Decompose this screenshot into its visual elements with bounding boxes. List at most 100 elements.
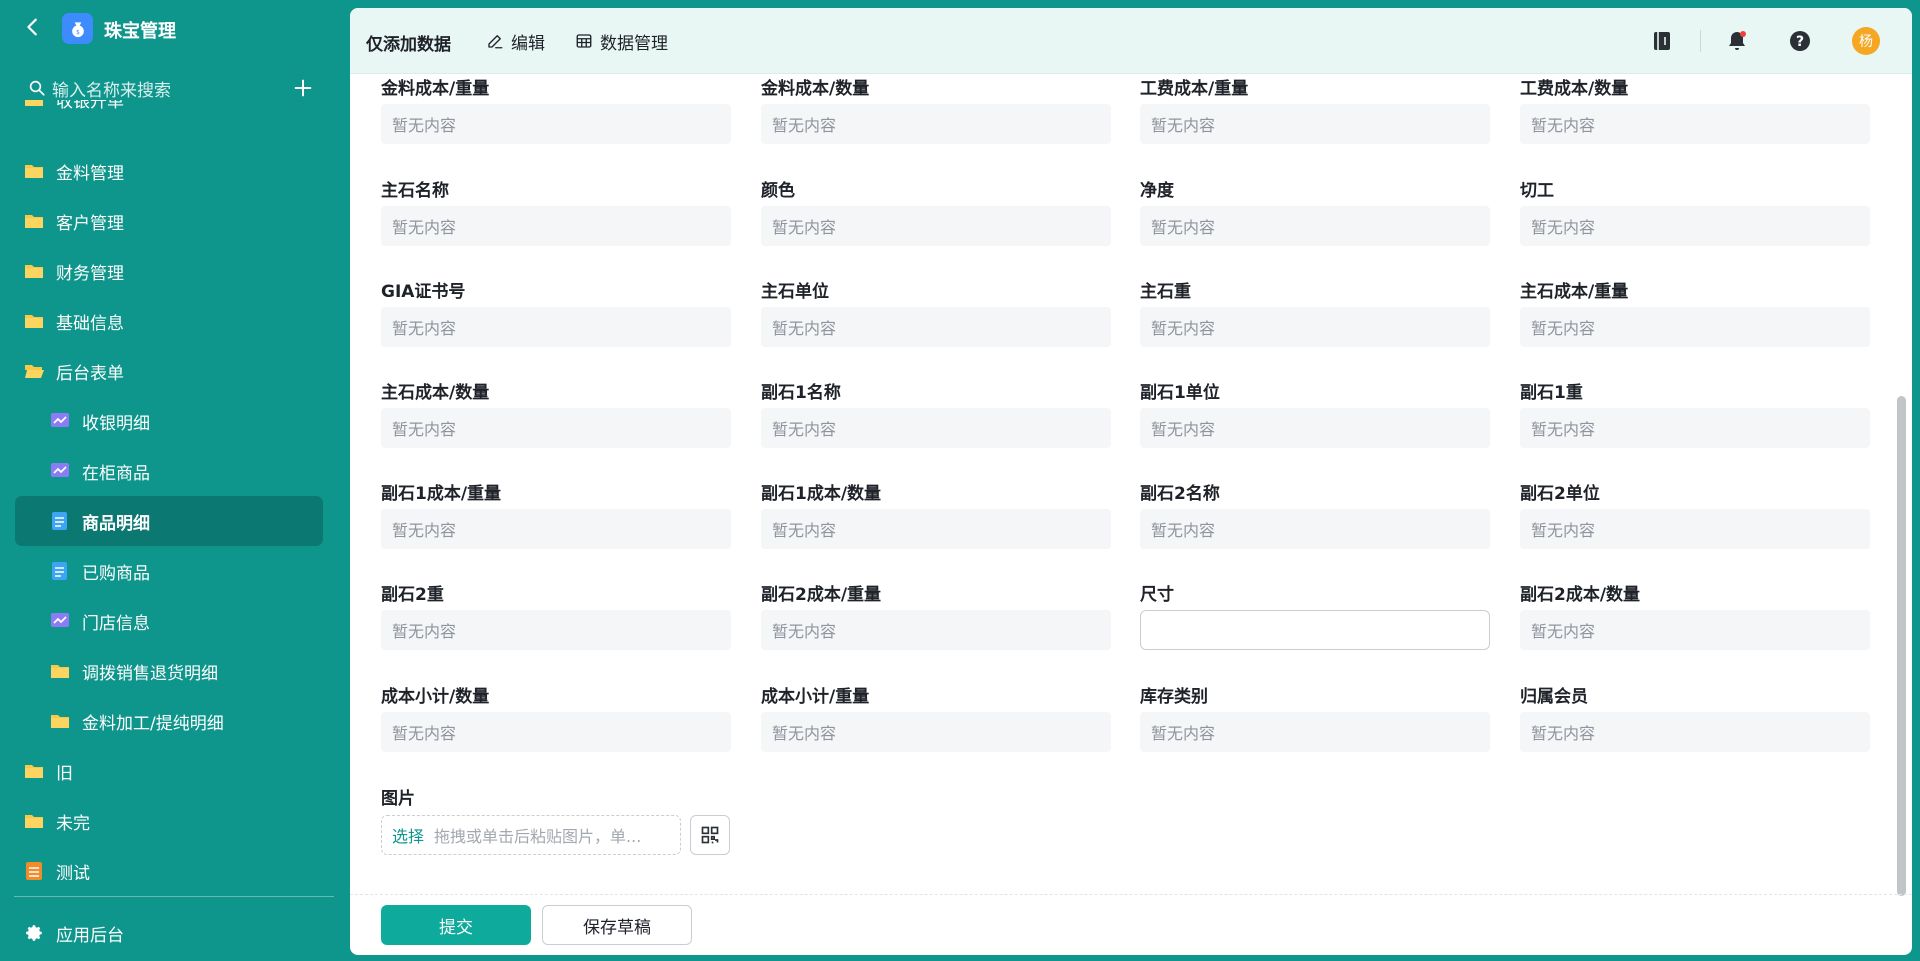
image-upload-area[interactable]: 选择 拖拽或单击后粘贴图片，单... (381, 815, 681, 855)
sidebar-item-old[interactable]: 旧 (24, 748, 73, 794)
app-title: 珠宝管理 (104, 21, 176, 42)
page-title: 仅添加数据 (366, 35, 451, 55)
field-label: 工费成本/重量 (1140, 79, 1249, 99)
field-label: 主石重 (1140, 282, 1191, 302)
search-icon (29, 80, 45, 96)
field-value: 暂无内容 (761, 610, 1111, 650)
search-input[interactable]: 输入名称来搜索 (52, 76, 171, 101)
form-icon (52, 512, 67, 530)
sidebar-item-label: 测试 (56, 863, 90, 881)
scrollbar[interactable] (1897, 396, 1906, 896)
field-value: 暂无内容 (1520, 408, 1870, 448)
sidebar-item-gold-processing[interactable]: 金料加工/提纯明细 (50, 698, 224, 744)
topbar-divider-right (1700, 30, 1701, 52)
avatar[interactable]: 杨 (1852, 27, 1880, 55)
field-label: 副石2名称 (1140, 484, 1220, 504)
field-label: 副石1重 (1520, 383, 1583, 403)
folder-icon (25, 100, 43, 106)
folder-icon (51, 665, 69, 678)
field-value: 暂无内容 (1520, 307, 1870, 347)
sidebar-item-label: 金料加工/提纯明细 (82, 713, 224, 734)
field-value: 暂无内容 (761, 408, 1111, 448)
sidebar-item-label: 后台表单 (56, 363, 124, 384)
field-value: 暂无内容 (381, 408, 731, 448)
field-value: 暂无内容 (1140, 712, 1490, 752)
sidebar-item-in-stock[interactable]: 在柜商品 (50, 448, 150, 494)
sidebar-item-purchased[interactable]: 已购商品 (50, 548, 150, 594)
app-backend-link[interactable]: 应用后台 (26, 920, 124, 946)
sidebar-item-customer[interactable]: 客户管理 (24, 198, 124, 244)
save-draft-button[interactable]: 保存草稿 (542, 905, 692, 945)
submit-button[interactable]: 提交 (381, 905, 531, 945)
field-label: 副石2成本/数量 (1520, 585, 1641, 605)
sidebar-item-label: 已购商品 (82, 563, 150, 584)
form-area: 金料成本/重量 暂无内容 金料成本/数量 暂无内容 工费成本/重量 暂无内容 工… (350, 74, 1912, 894)
field-label: 归属会员 (1520, 687, 1588, 707)
size-input[interactable] (1140, 610, 1490, 650)
folder-open-icon (25, 365, 44, 378)
dashboard-icon (51, 463, 69, 477)
sidebar-item-finance[interactable]: 财务管理 (24, 248, 124, 294)
qr-scan-button[interactable] (690, 815, 730, 855)
field-value: 暂无内容 (381, 712, 731, 752)
field-label: 金料成本/重量 (381, 79, 490, 99)
field-value: 暂无内容 (1520, 206, 1870, 246)
bell-icon[interactable] (1725, 29, 1749, 53)
sidebar-item-backend-forms[interactable]: 后台表单 (24, 348, 124, 394)
sidebar-item-gold[interactable]: 金料管理 (24, 148, 124, 194)
folder-icon (25, 165, 43, 178)
sidebar-item-test[interactable]: 测试 (24, 848, 90, 880)
footer-divider (350, 894, 1912, 895)
help-icon[interactable]: ? (1788, 29, 1812, 53)
plus-icon[interactable] (292, 77, 314, 99)
field-label: 主石成本/重量 (1520, 282, 1629, 302)
field-value: 暂无内容 (381, 610, 731, 650)
field-label: 副石1单位 (1140, 383, 1220, 403)
field-value: 暂无内容 (381, 104, 731, 144)
folder-icon (51, 715, 69, 728)
notebook-icon[interactable] (1650, 29, 1674, 53)
qr-code-icon (701, 826, 719, 844)
sidebar-item-label: 收银开单 (56, 100, 124, 112)
topbar: 仅添加数据 编辑 数据管理 ? 杨 (350, 8, 1912, 74)
sidebar-item-label: 商品明细 (82, 513, 150, 534)
sidebar-item-cashier-detail[interactable]: 收银明细 (50, 398, 150, 444)
field-value: 暂无内容 (1140, 104, 1490, 144)
field-label: 主石单位 (761, 282, 829, 302)
field-value: 暂无内容 (1140, 307, 1490, 347)
sidebar-item-unfinished[interactable]: 未完 (24, 798, 90, 844)
field-label: 净度 (1140, 181, 1174, 201)
field-value: 暂无内容 (1140, 408, 1490, 448)
upload-choose-link[interactable]: 选择 (392, 823, 424, 847)
field-value: 暂无内容 (761, 509, 1111, 549)
field-value: 暂无内容 (381, 509, 731, 549)
sheet-icon (26, 862, 42, 880)
field-label: 库存类别 (1140, 687, 1208, 707)
sidebar-item-cashier[interactable]: 收银开单 (24, 100, 124, 122)
dashboard-icon (51, 413, 69, 427)
field-value: 暂无内容 (1520, 712, 1870, 752)
folder-icon (25, 215, 43, 228)
field-label: 切工 (1520, 181, 1554, 201)
data-manage-button[interactable]: 数据管理 (575, 28, 668, 54)
sidebar-item-label: 旧 (56, 763, 73, 784)
table-icon (576, 34, 592, 48)
field-value: 暂无内容 (761, 712, 1111, 752)
sidebar-item-label: 门店信息 (82, 613, 150, 634)
edit-button[interactable]: 编辑 (486, 28, 545, 54)
chevron-left-icon[interactable] (22, 16, 44, 38)
sidebar: $ 珠宝管理 输入名称来搜索 收银开单 金料管理 客户管理 财务管理 基础信息 (0, 0, 350, 961)
sidebar-item-label: 客户管理 (56, 213, 124, 234)
field-value: 暂无内容 (1140, 206, 1490, 246)
sidebar-item-transfer-return[interactable]: 调拨销售退货明细 (50, 648, 218, 694)
sidebar-divider (14, 896, 334, 897)
main-panel: 仅添加数据 编辑 数据管理 ? 杨 金料成本/重量 暂无内容 金料成本/数量 暂… (350, 8, 1912, 955)
sidebar-item-basic-info[interactable]: 基础信息 (24, 298, 124, 344)
sidebar-search[interactable]: 输入名称来搜索 (28, 76, 318, 101)
sidebar-item-product-detail[interactable]: 商品明细 (15, 496, 323, 546)
field-label: 金料成本/数量 (761, 79, 870, 99)
form-icon (52, 562, 67, 580)
sidebar-item-store-info[interactable]: 门店信息 (50, 598, 150, 644)
folder-icon (25, 815, 43, 828)
pencil-icon (488, 35, 503, 49)
